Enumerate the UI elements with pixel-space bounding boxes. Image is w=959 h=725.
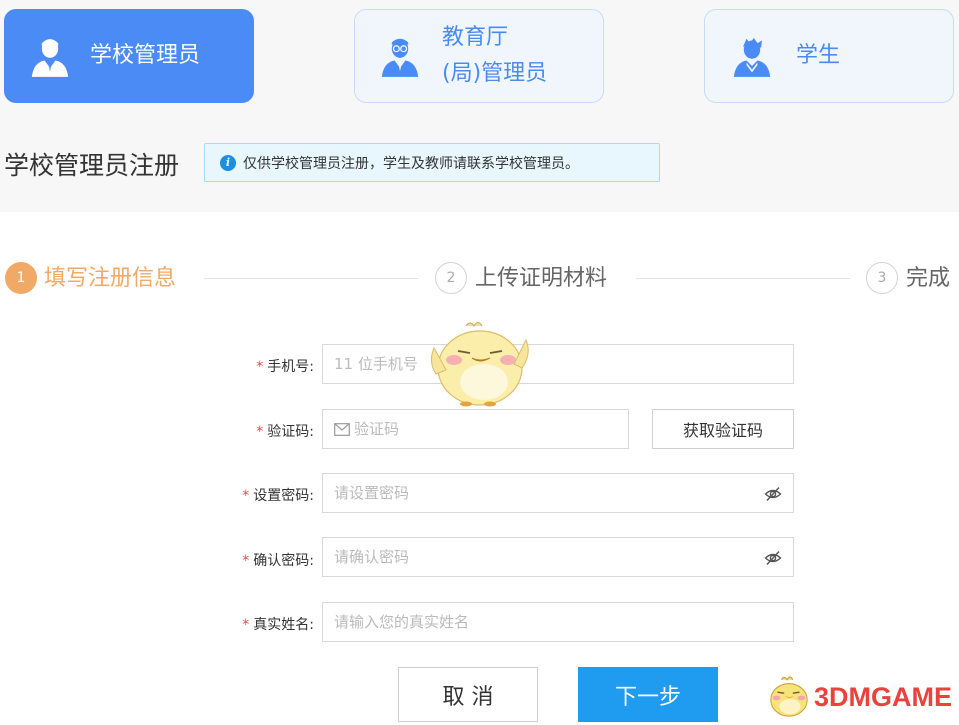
step-divider: [636, 278, 850, 279]
password-input[interactable]: [334, 484, 793, 502]
chick-mascot-icon: [430, 322, 529, 407]
get-code-button[interactable]: 获取验证码: [652, 409, 794, 449]
page-title: 学校管理员注册: [4, 151, 180, 180]
role-label-bureau-line2: (局)管理员: [442, 61, 548, 86]
step-3-number: 3: [866, 262, 898, 294]
cancel-button[interactable]: 取 消: [398, 667, 538, 722]
student-avatar-icon: [732, 32, 772, 80]
watermark-text: 3DMGAME: [813, 681, 952, 712]
role-card-bureau-admin[interactable]: 教育厅 (局)管理员: [354, 9, 604, 103]
info-icon: i: [220, 154, 236, 171]
password-label: * 设置密码:: [214, 485, 314, 505]
real-name-input-box[interactable]: [322, 602, 794, 642]
required-mark: *: [256, 359, 264, 375]
step-1-label: 填写注册信息: [44, 266, 177, 291]
phone-input-box[interactable]: [322, 344, 794, 384]
code-input[interactable]: [354, 420, 628, 438]
mail-icon: [334, 422, 350, 436]
required-mark: *: [242, 617, 250, 633]
notice-text: 仅供学校管理员注册，学生及教师请联系学校管理员。: [243, 155, 579, 172]
role-label-bureau-admin: 教育厅 (局)管理员: [442, 20, 547, 92]
watermark: 3DMGAME: [766, 672, 952, 722]
phone-input[interactable]: [334, 355, 793, 373]
code-input-box[interactable]: [322, 409, 629, 449]
info-notice: i 仅供学校管理员注册，学生及教师请联系学校管理员。: [204, 143, 660, 182]
role-label-bureau-line1: 教育厅: [442, 25, 509, 50]
eye-off-icon[interactable]: [764, 485, 782, 503]
confirm-password-label: * 确认密码:: [214, 550, 314, 570]
role-card-student[interactable]: 学生: [704, 9, 954, 103]
required-mark: *: [242, 553, 250, 569]
confirm-password-input-box[interactable]: [322, 537, 794, 577]
required-mark: *: [242, 488, 250, 504]
required-mark: *: [256, 424, 264, 440]
role-label-school-admin: 学校管理员: [90, 43, 201, 68]
step-1-number: 1: [5, 262, 37, 294]
password-label-text: 设置密码:: [253, 488, 314, 504]
bureau-admin-avatar-icon: [380, 32, 420, 80]
code-label-text: 验证码:: [267, 424, 314, 440]
chick-logo-icon: [770, 676, 808, 717]
phone-label: * 手机号:: [214, 356, 314, 376]
code-label: * 验证码:: [214, 421, 314, 441]
step-divider: [204, 278, 418, 279]
real-name-label: * 真实姓名:: [214, 614, 314, 634]
password-input-box[interactable]: [322, 473, 794, 513]
admin-avatar-icon: [30, 32, 70, 80]
confirm-password-input[interactable]: [334, 548, 793, 566]
step-2-number: 2: [435, 262, 467, 294]
eye-off-icon[interactable]: [764, 549, 782, 567]
role-label-student: 学生: [796, 43, 841, 68]
role-card-school-admin[interactable]: 学校管理员: [4, 9, 254, 103]
step-3-label: 完成: [906, 266, 951, 291]
phone-label-text: 手机号:: [267, 359, 314, 375]
next-step-button[interactable]: 下一步: [578, 667, 718, 722]
real-name-label-text: 真实姓名:: [253, 617, 314, 633]
real-name-input[interactable]: [334, 613, 793, 631]
confirm-password-label-text: 确认密码:: [253, 553, 314, 569]
step-2-label: 上传证明材料: [475, 266, 608, 291]
